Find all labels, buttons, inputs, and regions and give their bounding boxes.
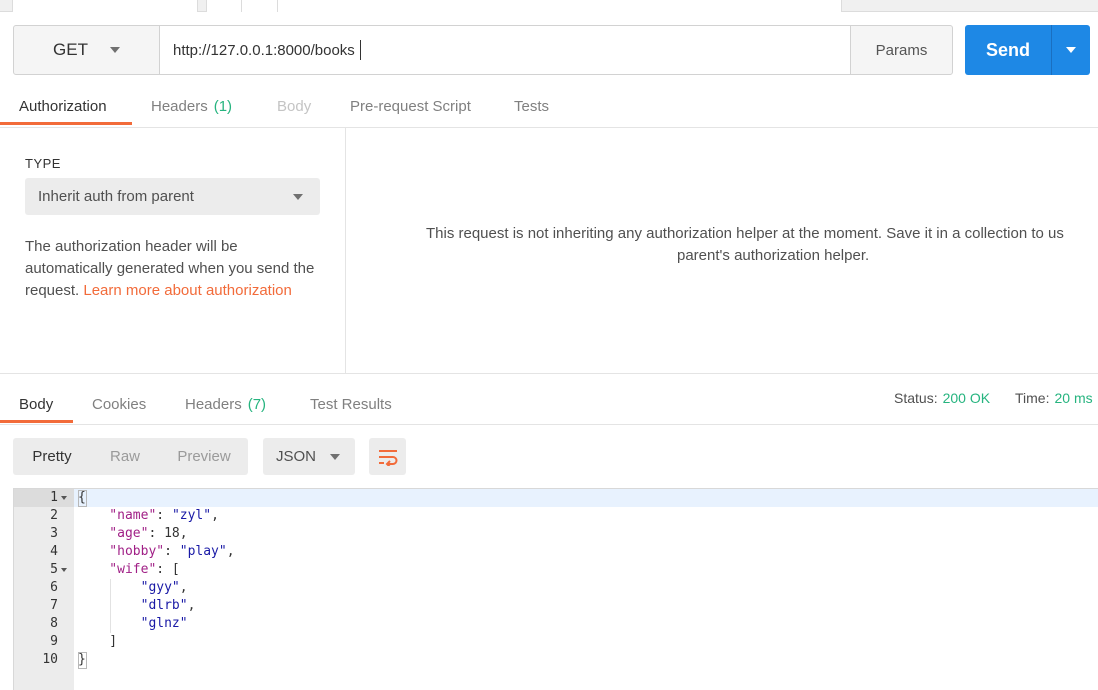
response-body-editor[interactable]: 1 { 2 "name": "zyl", 3 "age": 18, 4 "hobb… — [13, 488, 1098, 690]
request-tab[interactable] — [278, 0, 842, 12]
code-text: } — [78, 652, 86, 667]
pretty-button[interactable]: Pretty — [13, 438, 91, 475]
request-tab-strip — [0, 0, 1098, 12]
language-select[interactable]: JSON — [263, 438, 355, 475]
code-text: "dlrb", — [78, 598, 196, 613]
status-value: 200 OK — [942, 390, 991, 406]
tab-count: (1) — [213, 98, 233, 115]
tab-label: Cookies — [92, 396, 147, 413]
wrap-lines-icon — [378, 449, 397, 466]
tab-test-results[interactable]: Test Results — [291, 386, 411, 423]
learn-more-link[interactable]: Learn more about authorization — [83, 282, 291, 299]
request-tab[interactable] — [206, 0, 242, 12]
line-number: 1 — [50, 490, 58, 505]
response-divider — [0, 373, 1098, 374]
auth-type-select[interactable]: Inherit auth from parent — [25, 178, 320, 215]
preview-button[interactable]: Preview — [159, 438, 249, 475]
send-button[interactable]: Send — [965, 25, 1090, 75]
active-tab-indicator — [0, 420, 73, 423]
chevron-down-icon — [330, 454, 340, 460]
auth-type-label: TYPE — [25, 156, 61, 171]
request-tab[interactable] — [242, 0, 278, 12]
line-number: 10 — [42, 652, 58, 667]
time-value: 20 ms — [1054, 390, 1093, 406]
status-label: Status: — [894, 390, 938, 406]
active-line-highlight — [74, 489, 1098, 507]
fold-toggle-icon[interactable] — [61, 496, 67, 500]
auth-message-line1: This request is not inheriting any autho… — [426, 225, 1064, 242]
auth-message-line2: parent's authorization helper. — [677, 247, 870, 264]
line-number: 8 — [50, 616, 58, 631]
line-number: 6 — [50, 580, 58, 595]
fold-toggle-icon[interactable] — [61, 568, 67, 572]
code-text: "hobby": "play", — [78, 544, 235, 559]
chevron-down-icon — [1066, 47, 1076, 53]
chevron-down-icon — [109, 47, 120, 53]
tab-label: Test Results — [310, 396, 392, 413]
tab-count: (7) — [247, 396, 267, 413]
tab-pre-request-script[interactable]: Pre-request Script — [331, 88, 490, 125]
tab-label: Body — [19, 396, 54, 413]
code-text: "age": 18, — [78, 526, 188, 541]
active-tab-indicator — [0, 122, 132, 125]
code-text: "gyy", — [78, 580, 188, 595]
send-label: Send — [985, 39, 1030, 60]
format-mode-group: Pretty Raw Preview — [13, 438, 248, 475]
tab-body[interactable]: Body — [258, 88, 330, 125]
url-text: http://127.0.0.1:8000/books — [173, 41, 355, 59]
tab-label: Headers — [185, 396, 242, 413]
request-tabs: Authorization Headers (1) Body Pre-reques… — [0, 88, 1098, 128]
text-cursor — [359, 40, 361, 60]
tab-cookies[interactable]: Cookies — [73, 386, 165, 423]
url-input[interactable]: http://127.0.0.1:8000/books — [159, 26, 851, 74]
tab-label: Pre-request Script — [350, 98, 471, 115]
tab-label: Body — [277, 98, 312, 115]
response-status: Status: 200 OK — [894, 390, 990, 406]
tab-label: Headers — [151, 98, 208, 115]
code-text: ] — [78, 634, 118, 649]
params-button[interactable]: Params — [851, 26, 952, 74]
auth-message: This request is not inheriting any autho… — [346, 223, 1098, 267]
line-number: 5 — [50, 562, 58, 577]
method-label: GET — [53, 40, 88, 59]
code-text: "wife": [ — [78, 562, 180, 577]
auth-type-value: Inherit auth from parent — [38, 188, 194, 205]
chevron-down-icon — [293, 194, 303, 200]
code-text: { — [78, 490, 86, 505]
request-tab-active[interactable] — [12, 0, 198, 12]
language-value: JSON — [276, 448, 317, 465]
tab-tests[interactable]: Tests — [495, 88, 568, 125]
send-options-button[interactable] — [1052, 25, 1090, 75]
tab-response-headers[interactable]: Headers (7) — [166, 386, 285, 423]
auth-description: The authorization header will be automat… — [25, 236, 325, 302]
time-label: Time: — [1015, 390, 1050, 406]
line-number: 3 — [50, 526, 58, 541]
raw-button[interactable]: Raw — [91, 438, 159, 475]
line-number: 7 — [50, 598, 58, 613]
method-select[interactable]: GET — [14, 26, 159, 74]
code-text: "glnz" — [78, 616, 188, 631]
tab-authorization[interactable]: Authorization — [0, 88, 126, 125]
url-bar: GET http://127.0.0.1:8000/books Params — [13, 25, 953, 75]
tab-response-body[interactable]: Body — [0, 386, 72, 423]
tab-headers[interactable]: Headers (1) — [132, 88, 251, 125]
line-number: 2 — [50, 508, 58, 523]
code-text: "name": "zyl", — [78, 508, 219, 523]
line-number: 9 — [50, 634, 58, 649]
wrap-lines-button[interactable] — [369, 438, 406, 475]
line-number: 4 — [50, 544, 58, 559]
tab-label: Tests — [514, 98, 550, 115]
response-time: Time: 20 ms — [1015, 390, 1093, 406]
tab-label: Authorization — [19, 98, 107, 115]
